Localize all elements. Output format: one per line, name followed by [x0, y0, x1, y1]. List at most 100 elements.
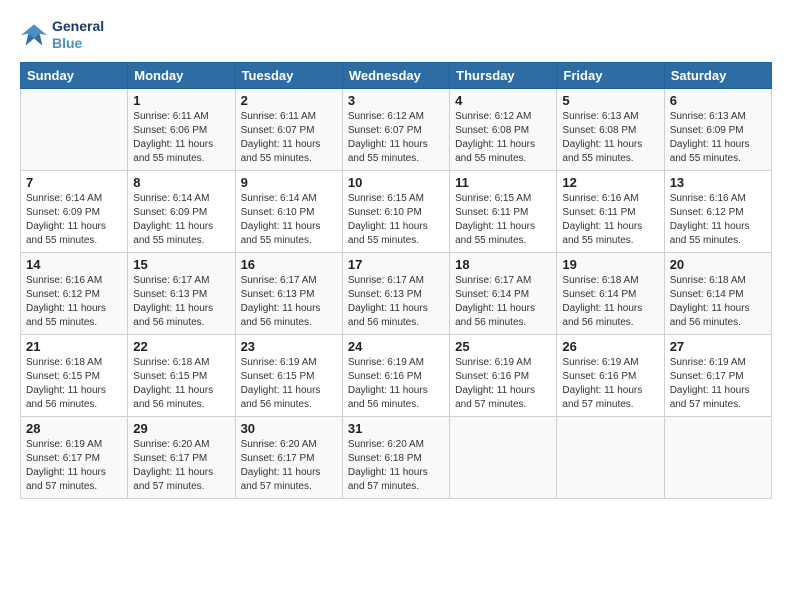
calendar-cell: 26 Sunrise: 6:19 AM Sunset: 6:16 PM Dayli…: [557, 334, 664, 416]
calendar-cell: 23Sunrise: 6:19 AM Sunset: 6:15 PM Dayli…: [235, 334, 342, 416]
calendar-cell: 25 Sunrise: 6:19 AM Sunset: 6:16 PM Dayli…: [450, 334, 557, 416]
day-info: Sunrise: 6:19 AM Sunset: 6:16 PM Dayligh…: [348, 356, 444, 412]
calendar-cell: 15 Sunrise: 6:17 AM Sunset: 6:13 PM Dayli…: [128, 252, 235, 334]
calendar-cell: 9 Sunrise: 6:14 AM Sunset: 6:10 PM Daylig…: [235, 170, 342, 252]
calendar-cell: 13Sunrise: 6:16 AM Sunset: 6:12 PM Dayli…: [664, 170, 771, 252]
day-number: 19: [562, 257, 658, 272]
day-number: 1: [133, 93, 229, 108]
calendar-cell: 17 Sunrise: 6:17 AM Sunset: 6:13 PM Dayli…: [342, 252, 449, 334]
day-info: Sunrise: 6:17 AM Sunset: 6:13 PM Dayligh…: [241, 274, 337, 330]
day-info: Sunrise: 6:15 AM Sunset: 6:11 PM Dayligh…: [455, 192, 551, 248]
calendar-cell: 24 Sunrise: 6:19 AM Sunset: 6:16 PM Dayli…: [342, 334, 449, 416]
calendar-cell: 4 Sunrise: 6:12 AM Sunset: 6:08 PM Daylig…: [450, 88, 557, 170]
calendar-cell: [450, 416, 557, 498]
day-of-week-header: Thursday: [450, 62, 557, 88]
day-number: 21: [26, 339, 122, 354]
day-info: Sunrise: 6:20 AM Sunset: 6:17 PM Dayligh…: [241, 438, 337, 494]
day-of-week-header: Saturday: [664, 62, 771, 88]
logo-text: General Blue: [52, 18, 104, 52]
day-info: Sunrise: 6:12 AM Sunset: 6:08 PM Dayligh…: [455, 110, 551, 166]
day-number: 3: [348, 93, 444, 108]
day-number: 9: [241, 175, 337, 190]
calendar-cell: 22 Sunrise: 6:18 AM Sunset: 6:15 PM Dayli…: [128, 334, 235, 416]
day-info: Sunrise: 6:17 AM Sunset: 6:13 PM Dayligh…: [348, 274, 444, 330]
calendar-cell: 3 Sunrise: 6:12 AM Sunset: 6:07 PM Daylig…: [342, 88, 449, 170]
calendar-table: SundayMondayTuesdayWednesdayThursdayFrid…: [20, 62, 772, 499]
calendar-cell: [664, 416, 771, 498]
day-number: 15: [133, 257, 229, 272]
day-info: Sunrise: 6:19 AM Sunset: 6:17 PM Dayligh…: [670, 356, 766, 412]
day-info: Sunrise: 6:11 AM Sunset: 6:07 PM Dayligh…: [241, 110, 337, 166]
day-of-week-header: Wednesday: [342, 62, 449, 88]
day-number: 4: [455, 93, 551, 108]
calendar-cell: 11Sunrise: 6:15 AM Sunset: 6:11 PM Dayli…: [450, 170, 557, 252]
day-number: 18: [455, 257, 551, 272]
day-number: 2: [241, 93, 337, 108]
calendar-week-row: 28 Sunrise: 6:19 AM Sunset: 6:17 PM Dayli…: [21, 416, 772, 498]
day-info: Sunrise: 6:19 AM Sunset: 6:16 PM Dayligh…: [562, 356, 658, 412]
day-number: 26: [562, 339, 658, 354]
day-number: 17: [348, 257, 444, 272]
day-info: Sunrise: 6:16 AM Sunset: 6:12 PM Dayligh…: [670, 192, 766, 248]
day-number: 25: [455, 339, 551, 354]
calendar-cell: 7 Sunrise: 6:14 AM Sunset: 6:09 PM Daylig…: [21, 170, 128, 252]
calendar-cell: 5Sunrise: 6:13 AM Sunset: 6:08 PM Daylig…: [557, 88, 664, 170]
day-number: 27: [670, 339, 766, 354]
day-info: Sunrise: 6:13 AM Sunset: 6:08 PM Dayligh…: [562, 110, 658, 166]
day-info: Sunrise: 6:17 AM Sunset: 6:14 PM Dayligh…: [455, 274, 551, 330]
day-info: Sunrise: 6:14 AM Sunset: 6:10 PM Dayligh…: [241, 192, 337, 248]
calendar-week-row: 14Sunrise: 6:16 AM Sunset: 6:12 PM Dayli…: [21, 252, 772, 334]
calendar-cell: 14Sunrise: 6:16 AM Sunset: 6:12 PM Dayli…: [21, 252, 128, 334]
calendar-cell: 1Sunrise: 6:11 AM Sunset: 6:06 PM Daylig…: [128, 88, 235, 170]
calendar-cell: 29Sunrise: 6:20 AM Sunset: 6:17 PM Dayli…: [128, 416, 235, 498]
calendar-cell: 12 Sunrise: 6:16 AM Sunset: 6:11 PM Dayli…: [557, 170, 664, 252]
day-number: 23: [241, 339, 337, 354]
day-number: 29: [133, 421, 229, 436]
calendar-cell: 6 Sunrise: 6:13 AM Sunset: 6:09 PM Daylig…: [664, 88, 771, 170]
calendar-cell: 16 Sunrise: 6:17 AM Sunset: 6:13 PM Dayli…: [235, 252, 342, 334]
calendar-week-row: 21 Sunrise: 6:18 AM Sunset: 6:15 PM Dayli…: [21, 334, 772, 416]
calendar-cell: 30 Sunrise: 6:20 AM Sunset: 6:17 PM Dayli…: [235, 416, 342, 498]
day-of-week-header: Sunday: [21, 62, 128, 88]
calendar-cell: 27 Sunrise: 6:19 AM Sunset: 6:17 PM Dayli…: [664, 334, 771, 416]
calendar-cell: 21 Sunrise: 6:18 AM Sunset: 6:15 PM Dayli…: [21, 334, 128, 416]
day-info: Sunrise: 6:18 AM Sunset: 6:14 PM Dayligh…: [562, 274, 658, 330]
day-info: Sunrise: 6:13 AM Sunset: 6:09 PM Dayligh…: [670, 110, 766, 166]
calendar-cell: 10 Sunrise: 6:15 AM Sunset: 6:10 PM Dayli…: [342, 170, 449, 252]
day-info: Sunrise: 6:15 AM Sunset: 6:10 PM Dayligh…: [348, 192, 444, 248]
day-number: 8: [133, 175, 229, 190]
calendar-week-row: 7 Sunrise: 6:14 AM Sunset: 6:09 PM Daylig…: [21, 170, 772, 252]
day-number: 24: [348, 339, 444, 354]
day-number: 22: [133, 339, 229, 354]
day-number: 10: [348, 175, 444, 190]
day-number: 20: [670, 257, 766, 272]
day-number: 28: [26, 421, 122, 436]
day-info: Sunrise: 6:14 AM Sunset: 6:09 PM Dayligh…: [26, 192, 122, 248]
day-info: Sunrise: 6:18 AM Sunset: 6:15 PM Dayligh…: [133, 356, 229, 412]
day-number: 30: [241, 421, 337, 436]
day-info: Sunrise: 6:16 AM Sunset: 6:12 PM Dayligh…: [26, 274, 122, 330]
calendar-cell: 18 Sunrise: 6:17 AM Sunset: 6:14 PM Dayli…: [450, 252, 557, 334]
day-number: 16: [241, 257, 337, 272]
day-info: Sunrise: 6:19 AM Sunset: 6:17 PM Dayligh…: [26, 438, 122, 494]
calendar-cell: [21, 88, 128, 170]
day-of-week-header: Tuesday: [235, 62, 342, 88]
logo-icon: [20, 21, 48, 49]
page-header: General Blue: [20, 18, 772, 52]
day-info: Sunrise: 6:16 AM Sunset: 6:11 PM Dayligh…: [562, 192, 658, 248]
calendar-cell: [557, 416, 664, 498]
day-number: 6: [670, 93, 766, 108]
day-info: Sunrise: 6:19 AM Sunset: 6:16 PM Dayligh…: [455, 356, 551, 412]
calendar-cell: 31Sunrise: 6:20 AM Sunset: 6:18 PM Dayli…: [342, 416, 449, 498]
logo: General Blue: [20, 18, 104, 52]
day-info: Sunrise: 6:12 AM Sunset: 6:07 PM Dayligh…: [348, 110, 444, 166]
calendar-cell: 20 Sunrise: 6:18 AM Sunset: 6:14 PM Dayli…: [664, 252, 771, 334]
day-info: Sunrise: 6:18 AM Sunset: 6:14 PM Dayligh…: [670, 274, 766, 330]
calendar-cell: 8Sunrise: 6:14 AM Sunset: 6:09 PM Daylig…: [128, 170, 235, 252]
day-info: Sunrise: 6:18 AM Sunset: 6:15 PM Dayligh…: [26, 356, 122, 412]
day-number: 12: [562, 175, 658, 190]
day-info: Sunrise: 6:17 AM Sunset: 6:13 PM Dayligh…: [133, 274, 229, 330]
calendar-header-row: SundayMondayTuesdayWednesdayThursdayFrid…: [21, 62, 772, 88]
day-number: 7: [26, 175, 122, 190]
calendar-week-row: 1Sunrise: 6:11 AM Sunset: 6:06 PM Daylig…: [21, 88, 772, 170]
